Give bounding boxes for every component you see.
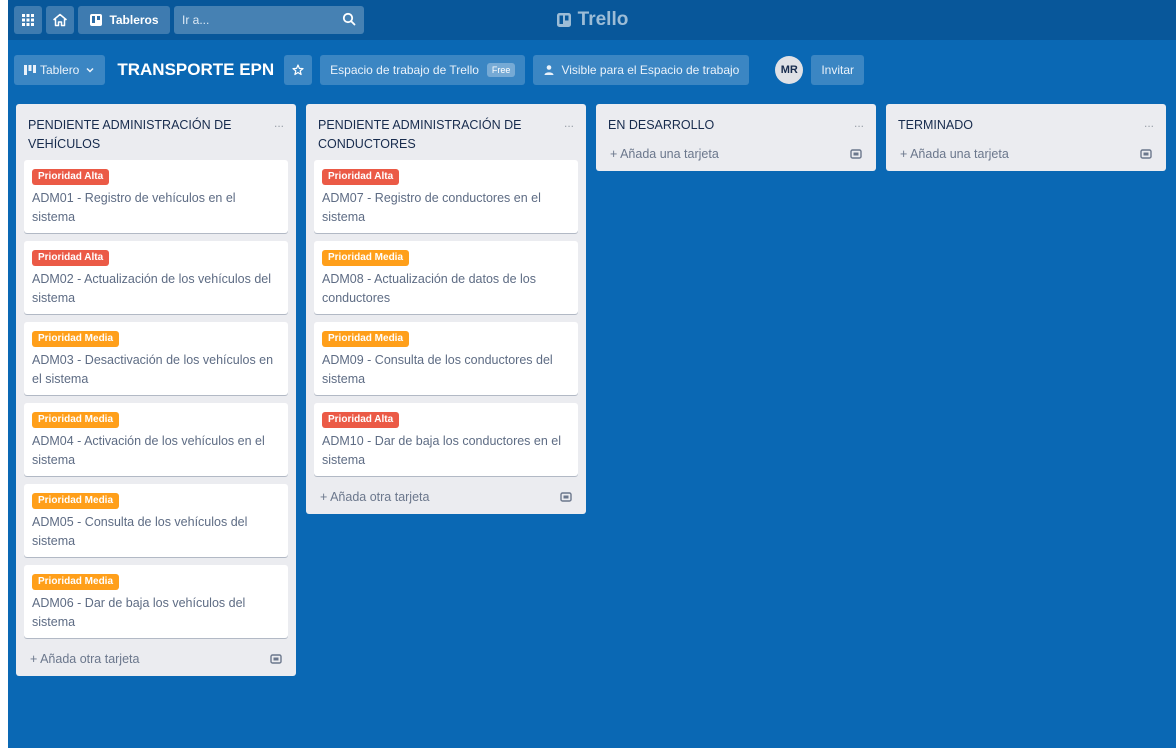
list-header: TERMINADO ... (894, 104, 1158, 141)
priority-label: Prioridad Alta (322, 169, 400, 185)
add-card-row: + Añada una tarjeta (604, 141, 868, 163)
star-icon (292, 64, 304, 76)
plus-icon: + (610, 147, 621, 161)
home-button[interactable] (46, 6, 74, 34)
apps-grid-button[interactable] (14, 6, 42, 34)
card[interactable]: Prioridad Alta ADM07 - Registro de conduc… (314, 160, 578, 233)
list-header: PENDIENTE ADMINISTRACIÓN DE CONDUCTORES … (314, 104, 578, 160)
add-card-label: Añada una tarjeta (910, 147, 1009, 161)
add-card-label: Añada otra tarjeta (40, 652, 140, 666)
add-card-button[interactable]: + Añada otra tarjeta (320, 490, 429, 504)
card[interactable]: Prioridad Media ADM06 - Dar de baja los v… (24, 565, 288, 638)
card[interactable]: Prioridad Alta ADM10 - Dar de baja los co… (314, 403, 578, 476)
plus-icon: + (30, 652, 41, 666)
free-badge: Free (486, 63, 516, 77)
add-card-row: + Añada otra tarjeta (24, 646, 288, 668)
list-menu-icon[interactable]: ... (1144, 116, 1154, 130)
list-title[interactable]: TERMINADO (898, 116, 1108, 135)
card-title: ADM10 - Dar de baja los conductores en e… (322, 434, 562, 467)
people-icon (544, 65, 554, 75)
trello-logo-icon (556, 13, 571, 27)
card[interactable]: Prioridad Media ADM08 - Actualización de … (314, 241, 578, 314)
boards-label: Tableros (109, 13, 159, 27)
home-icon (53, 13, 67, 27)
card-title: ADM06 - Dar de baja los vehículos del si… (32, 596, 246, 629)
list-menu-icon[interactable]: ... (854, 116, 864, 130)
list-header: EN DESARROLLO ... (604, 104, 868, 141)
add-card-button[interactable]: + Añada una tarjeta (610, 147, 719, 161)
board-title[interactable]: TRANSPORTE EPN (113, 55, 278, 85)
list-terminado: TERMINADO ... + Añada una tarjeta (886, 104, 1166, 171)
list-menu-icon[interactable]: ... (564, 116, 574, 130)
board-view-icon (24, 65, 36, 75)
list-title[interactable]: EN DESARROLLO (608, 116, 818, 135)
card-title: ADM01 - Registro de vehículos en el sist… (32, 191, 236, 224)
list-pendiente-conductores: PENDIENTE ADMINISTRACIÓN DE CONDUCTORES … (306, 104, 586, 514)
chevron-down-icon (86, 67, 94, 73)
priority-label: Prioridad Media (32, 412, 120, 428)
add-card-label: Añada una tarjeta (620, 147, 719, 161)
top-bar: Tableros Trello (8, 0, 1176, 40)
search-input[interactable] (182, 13, 332, 27)
list-title[interactable]: PENDIENTE ADMINISTRACIÓN DE CONDUCTORES (318, 116, 528, 154)
priority-label: Prioridad Media (322, 250, 410, 266)
priority-label: Prioridad Alta (322, 412, 400, 428)
card-template-icon[interactable] (270, 653, 282, 665)
add-card-button[interactable]: + Añada una tarjeta (900, 147, 1009, 161)
card-title: ADM09 - Consulta de los conductores del … (322, 353, 553, 386)
list-title[interactable]: PENDIENTE ADMINISTRACIÓN DE VEHÍCULOS (28, 116, 238, 154)
list-en-desarrollo: EN DESARROLLO ... + Añada una tarjeta (596, 104, 876, 171)
card-title: ADM03 - Desactivación de los vehículos e… (32, 353, 274, 386)
workspace-label: Espacio de trabajo de Trello (330, 63, 479, 77)
search-box[interactable] (174, 6, 364, 34)
card-title: ADM05 - Consulta de los vehículos del si… (32, 515, 248, 548)
card-template-icon[interactable] (850, 148, 862, 160)
priority-label: Prioridad Media (322, 331, 410, 347)
add-card-row: + Añada otra tarjeta (314, 484, 578, 506)
plus-icon: + (900, 147, 911, 161)
card[interactable]: Prioridad Alta ADM01 - Registro de vehícu… (24, 160, 288, 233)
priority-label: Prioridad Media (32, 493, 120, 509)
boards-button[interactable]: Tableros (78, 6, 170, 34)
avatar[interactable]: MR (775, 56, 804, 84)
apps-grid-icon (22, 14, 34, 26)
priority-label: Prioridad Media (32, 574, 120, 590)
star-button[interactable] (284, 55, 313, 85)
card-title: ADM08 - Actualización de datos de los co… (322, 272, 537, 305)
card-template-icon[interactable] (560, 491, 572, 503)
priority-label: Prioridad Media (32, 331, 120, 347)
boards-icon (90, 14, 103, 26)
board-view-label: Tablero (40, 63, 80, 77)
add-card-row: + Añada una tarjeta (894, 141, 1158, 163)
card-title: ADM04 - Activación de los vehículos en e… (32, 434, 265, 467)
search-icon[interactable] (342, 12, 356, 26)
workspace-button[interactable]: Espacio de trabajo de Trello Free (320, 55, 526, 85)
add-card-label: Añada otra tarjeta (330, 490, 430, 504)
list-pendiente-vehiculos: PENDIENTE ADMINISTRACIÓN DE VEHÍCULOS ..… (16, 104, 296, 676)
visibility-button[interactable]: Visible para el Espacio de trabajo (533, 55, 750, 85)
card[interactable]: Prioridad Alta ADM02 - Actualización de l… (24, 241, 288, 314)
visibility-label: Visible para el Espacio de trabajo (561, 63, 740, 77)
card-title: ADM02 - Actualización de los vehículos d… (32, 272, 272, 305)
add-card-button[interactable]: + Añada otra tarjeta (30, 652, 139, 666)
list-header: PENDIENTE ADMINISTRACIÓN DE VEHÍCULOS ..… (24, 104, 288, 160)
logo-text: Trello (577, 9, 629, 30)
board-canvas: PENDIENTE ADMINISTRACIÓN DE VEHÍCULOS ..… (8, 100, 1176, 676)
card[interactable]: Prioridad Media ADM05 - Consulta de los v… (24, 484, 288, 557)
priority-label: Prioridad Alta (32, 169, 110, 185)
board-view-switcher[interactable]: Tablero (14, 55, 106, 85)
board-header: Tablero TRANSPORTE EPN Espacio de trabaj… (8, 40, 1176, 100)
plus-icon: + (320, 490, 331, 504)
priority-label: Prioridad Alta (32, 250, 110, 266)
card[interactable]: Prioridad Media ADM04 - Activación de los… (24, 403, 288, 476)
card-template-icon[interactable] (1140, 148, 1152, 160)
card[interactable]: Prioridad Media ADM03 - Desactivación de … (24, 322, 288, 395)
invite-button[interactable]: Invitar (811, 55, 865, 85)
list-menu-icon[interactable]: ... (274, 116, 284, 130)
card-title: ADM07 - Registro de conductores en el si… (322, 191, 541, 224)
card[interactable]: Prioridad Media ADM09 - Consulta de los c… (314, 322, 578, 395)
